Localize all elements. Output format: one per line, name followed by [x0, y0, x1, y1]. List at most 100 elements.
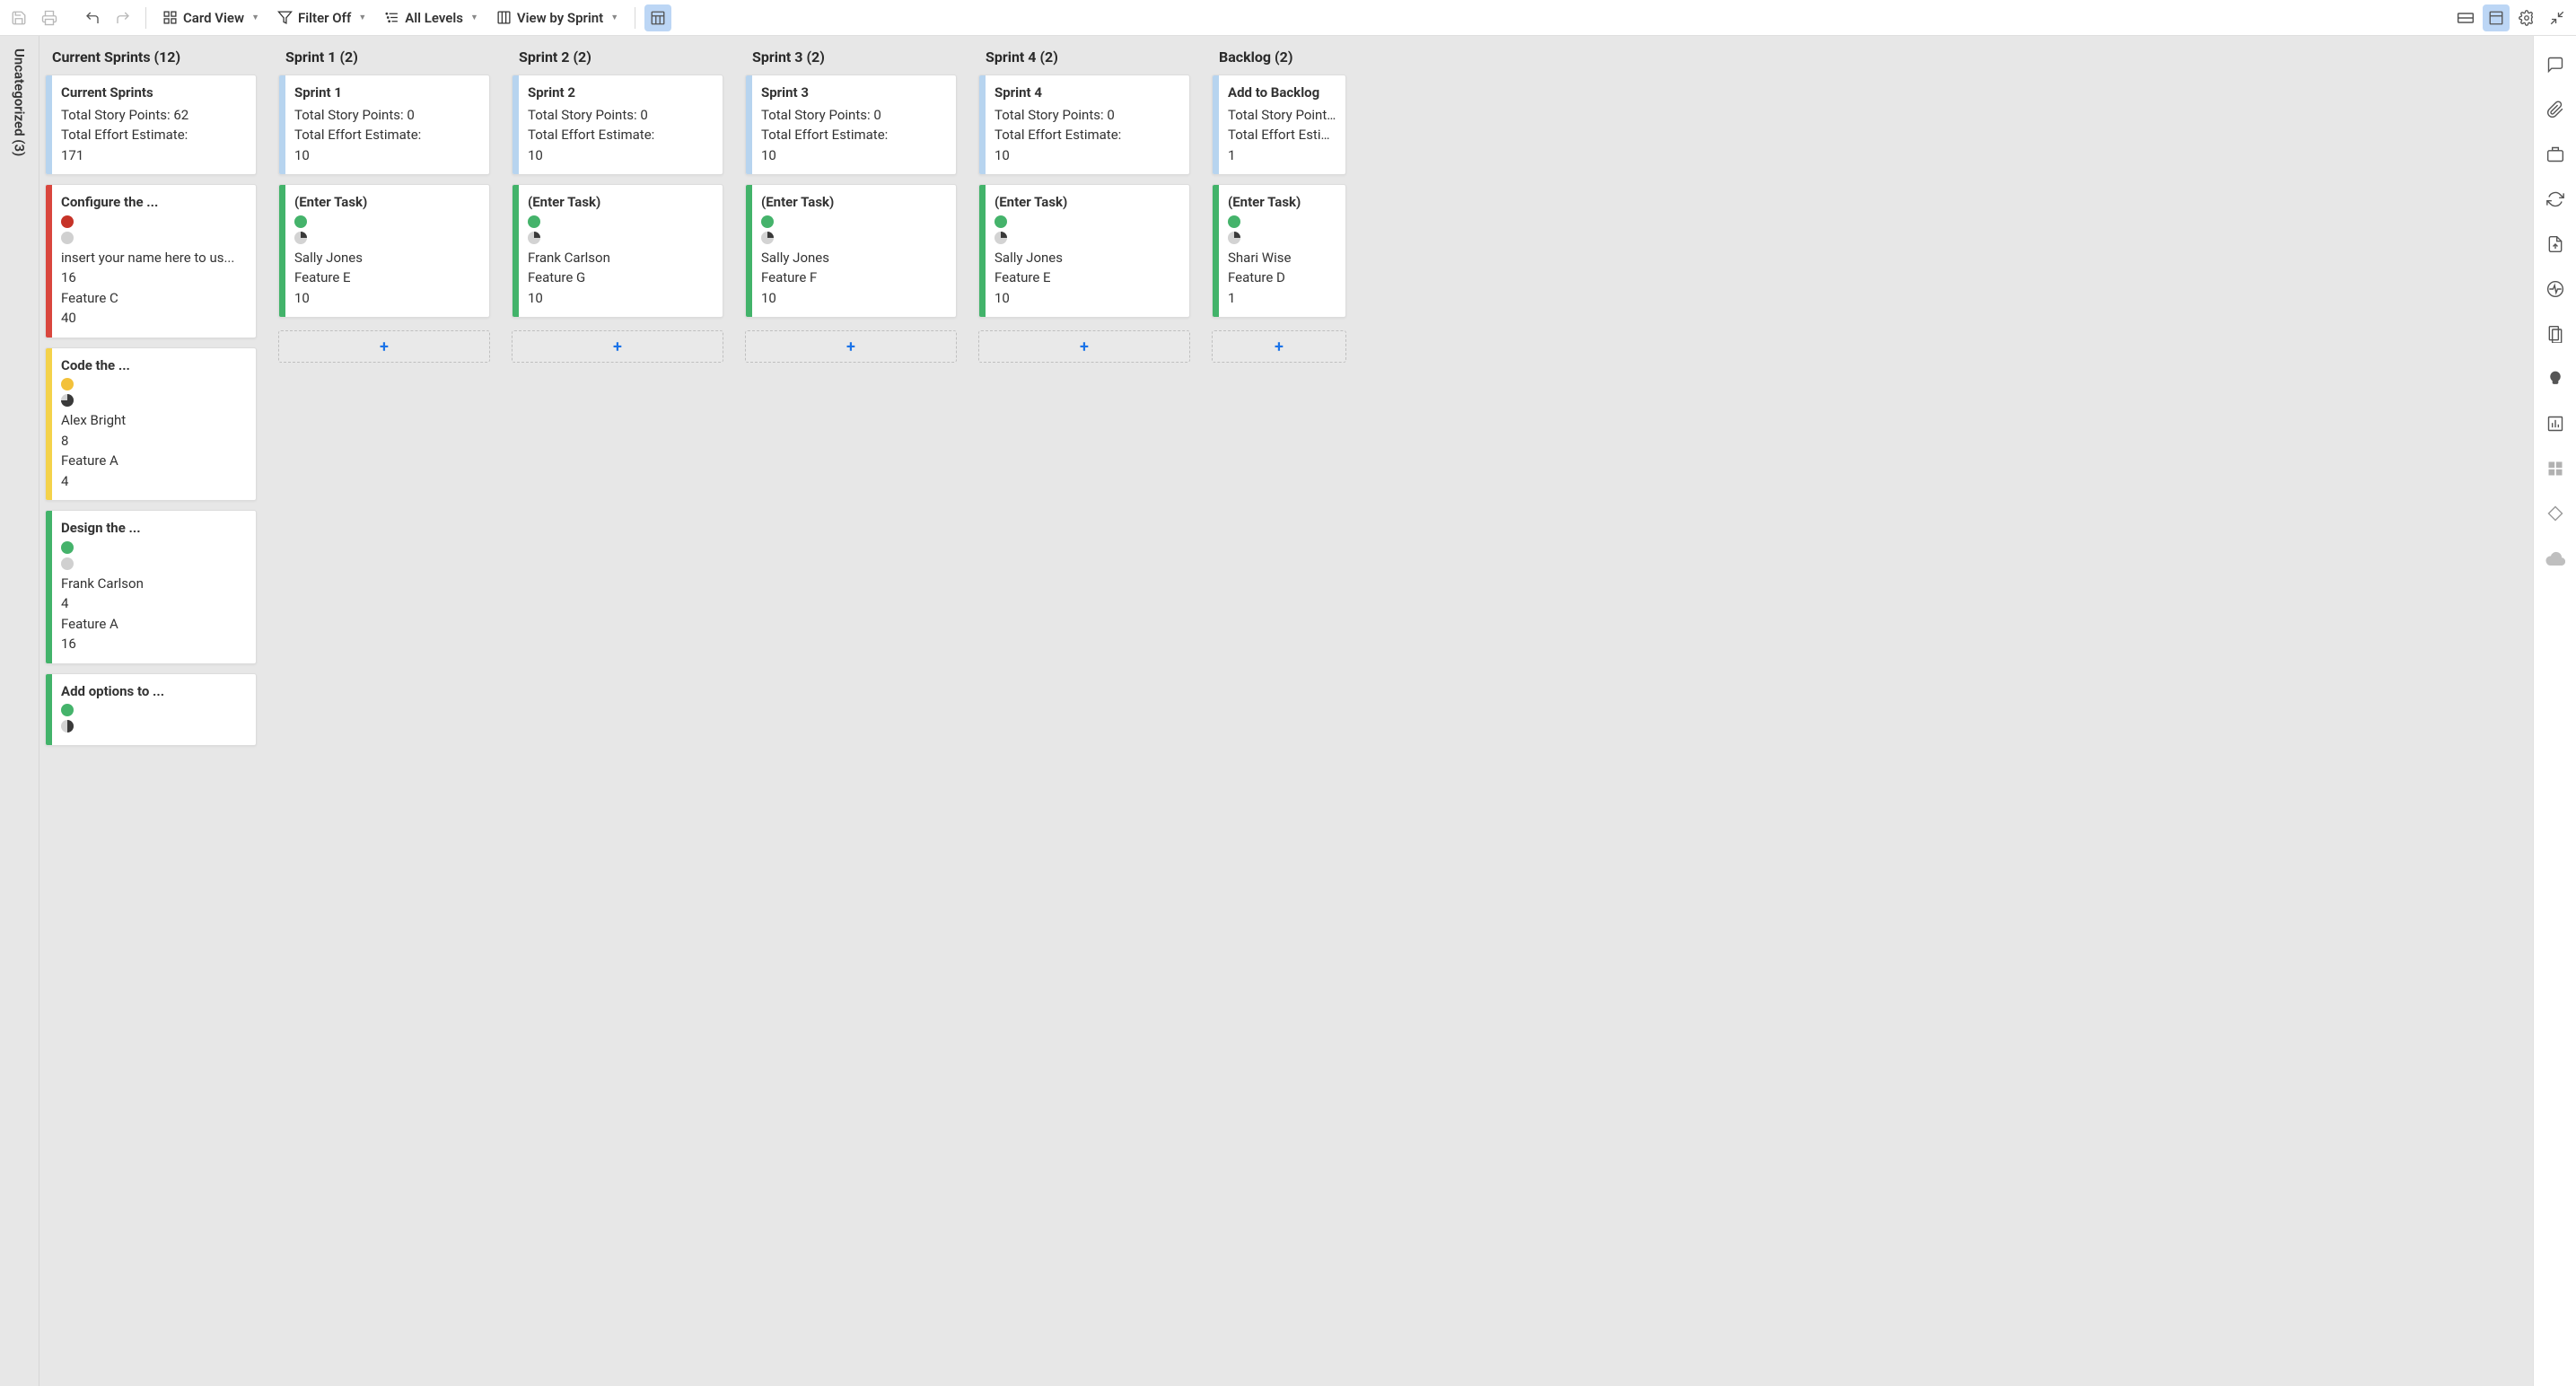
compact-view-button[interactable]	[2452, 4, 2479, 31]
lane-header[interactable]: Sprint 2 (2)	[506, 36, 729, 75]
add-card-button[interactable]: +	[1212, 330, 1346, 363]
progress-pie-icon	[1228, 232, 1240, 244]
levels-icon	[384, 10, 399, 25]
summary-points: Total Story Points: 0	[294, 105, 480, 126]
attachments-icon	[2546, 101, 2564, 118]
summary-effort-label: Total Effort Estimate:	[1228, 125, 1336, 145]
filter-label: Filter Off	[298, 10, 351, 26]
task-card[interactable]: (Enter Task)Sally JonesFeature E10	[978, 184, 1190, 318]
task-feature: Feature F	[761, 268, 947, 288]
lane-body: Sprint 4Total Story Points: 0Total Effor…	[973, 75, 1196, 329]
caret-icon: ▼	[358, 13, 366, 22]
lane-header[interactable]: Sprint 3 (2)	[740, 36, 962, 75]
card-edge	[513, 185, 519, 317]
comments-button[interactable]	[2542, 54, 2569, 75]
cloud-button[interactable]	[2542, 548, 2569, 569]
lane-summary-card[interactable]: Add to BacklogTotal Story Points: 0Total…	[1212, 75, 1346, 175]
task-value-1: 8	[61, 431, 247, 452]
chart-button[interactable]	[2542, 413, 2569, 434]
task-value-2: 1	[1228, 288, 1336, 309]
task-feature: Feature D	[1228, 268, 1336, 288]
view-by-label: View by Sprint	[517, 10, 603, 26]
progress-pie-icon	[61, 720, 74, 732]
summary-button[interactable]	[2542, 323, 2569, 345]
status-dot-icon	[761, 215, 774, 228]
summary-points: Total Story Points: 0	[1228, 105, 1336, 126]
right-rail	[2533, 36, 2576, 1386]
summary-title: Sprint 3	[761, 83, 947, 103]
settings-button[interactable]	[2513, 4, 2540, 31]
lane-header[interactable]: Sprint 4 (2)	[973, 36, 1196, 75]
dashboard-button[interactable]	[2542, 458, 2569, 479]
proofs-button[interactable]	[2542, 144, 2569, 165]
task-card[interactable]: (Enter Task)Frank CarlsonFeature G10	[512, 184, 723, 318]
task-assignee: Frank Carlson	[61, 574, 247, 594]
plus-icon: +	[613, 338, 622, 356]
plus-icon: +	[846, 338, 855, 356]
view-by-dropdown[interactable]: View by Sprint ▼	[489, 4, 626, 31]
status-dot-icon	[294, 215, 307, 228]
full-view-button[interactable]	[2483, 4, 2510, 31]
insight-button[interactable]	[2542, 368, 2569, 390]
uncategorized-tab[interactable]: Uncategorized (3)	[0, 36, 39, 1386]
lane-summary-card[interactable]: Sprint 4Total Story Points: 0Total Effor…	[978, 75, 1190, 175]
lane-summary-card[interactable]: Sprint 3Total Story Points: 0Total Effor…	[745, 75, 957, 175]
caret-icon: ▼	[610, 13, 618, 22]
lane-summary-card[interactable]: Current SprintsTotal Story Points: 62Tot…	[45, 75, 257, 175]
save-button[interactable]	[5, 4, 32, 31]
refresh-button[interactable]	[2542, 189, 2569, 210]
card-view-label: Card View	[183, 10, 244, 26]
task-value-1: 4	[61, 593, 247, 614]
publish-button[interactable]	[2542, 233, 2569, 255]
board[interactable]: Current Sprints (12)Current SprintsTotal…	[39, 36, 2533, 1386]
toolbar: Card View ▼ Filter Off ▼ All Levels ▼ Vi…	[0, 0, 2576, 36]
card-edge	[46, 185, 52, 338]
task-card[interactable]: (Enter Task)Sally JonesFeature F10	[745, 184, 957, 318]
card-edge	[746, 75, 752, 174]
redo-button[interactable]	[110, 4, 136, 31]
add-card-button[interactable]: +	[278, 330, 490, 363]
task-assignee: Shari Wise	[1228, 248, 1336, 268]
lane-summary-card[interactable]: Sprint 1Total Story Points: 0Total Effor…	[278, 75, 490, 175]
redo-icon	[115, 10, 131, 26]
task-card[interactable]: Design the ...Frank Carlson4Feature A16	[45, 510, 257, 664]
lane-header[interactable]: Current Sprints (12)	[39, 36, 262, 75]
add-card-button[interactable]: +	[745, 330, 957, 363]
lane-header[interactable]: Sprint 1 (2)	[273, 36, 495, 75]
task-value-1: 16	[61, 268, 247, 288]
brand-icon	[2546, 504, 2564, 522]
undo-icon	[84, 10, 101, 26]
task-value-2: 40	[61, 308, 247, 329]
toolbar-separator	[145, 7, 146, 29]
task-card[interactable]: Code the ...Alex Bright8Feature A4	[45, 347, 257, 502]
attachments-button[interactable]	[2542, 99, 2569, 120]
task-feature: Feature E	[294, 268, 480, 288]
card-edge	[979, 75, 986, 174]
caret-icon: ▼	[251, 13, 259, 22]
lane-body: Sprint 2Total Story Points: 0Total Effor…	[506, 75, 729, 329]
task-card[interactable]: (Enter Task)Shari WiseFeature D1	[1212, 184, 1346, 318]
levels-label: All Levels	[405, 10, 463, 26]
brand-button[interactable]	[2542, 503, 2569, 524]
undo-button[interactable]	[79, 4, 106, 31]
lane-header[interactable]: Backlog (2)	[1206, 36, 1352, 75]
card-view-dropdown[interactable]: Card View ▼	[155, 4, 267, 31]
print-button[interactable]	[36, 4, 63, 31]
card-edge	[46, 75, 52, 174]
activity-button[interactable]	[2542, 278, 2569, 300]
add-card-button[interactable]: +	[512, 330, 723, 363]
levels-dropdown[interactable]: All Levels ▼	[377, 4, 486, 31]
gear-icon	[2519, 10, 2535, 26]
filter-dropdown[interactable]: Filter Off ▼	[270, 4, 373, 31]
collapse-button[interactable]	[2544, 4, 2571, 31]
task-card[interactable]: Configure the ...insert your name here t…	[45, 184, 257, 338]
task-card[interactable]: (Enter Task)Sally JonesFeature E10	[278, 184, 490, 318]
lane-view-toggle[interactable]	[644, 4, 671, 31]
task-card[interactable]: Add options to ...	[45, 673, 257, 747]
compact-icon	[2457, 12, 2475, 24]
lane-summary-card[interactable]: Sprint 2Total Story Points: 0Total Effor…	[512, 75, 723, 175]
task-feature: Feature G	[528, 268, 714, 288]
add-card-button[interactable]: +	[978, 330, 1190, 363]
summary-title: Sprint 1	[294, 83, 480, 103]
full-view-icon	[2488, 10, 2504, 26]
